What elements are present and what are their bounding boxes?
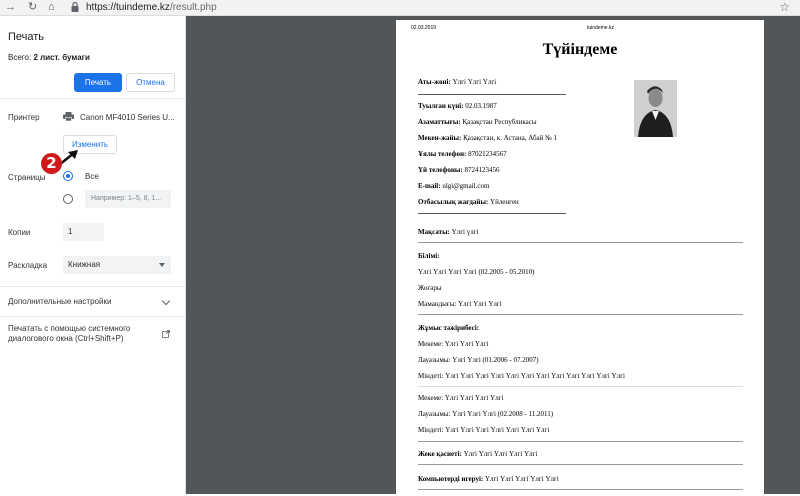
computer-row: Компьютерді игеруі: Үлгі Үлгі Үлгі Үлгі …	[418, 475, 559, 483]
cancel-button[interactable]: Отмена	[126, 73, 175, 92]
layout-value: Книжная	[68, 260, 101, 269]
citizenship-label: Азаматтығы:	[418, 118, 461, 126]
home-phone-row: Үй телефоны: 8724123456	[418, 166, 499, 174]
print-button[interactable]: Печать	[74, 73, 122, 92]
pages-all-radio[interactable]	[63, 171, 73, 181]
address-value: Қазақстан, к. Астана, Абай № 1	[463, 134, 558, 142]
divider	[418, 464, 743, 465]
pages-custom-radio[interactable]	[63, 194, 73, 204]
system-dialog-link[interactable]: Печатать с помощью системного диалоговог…	[8, 324, 156, 344]
experience-duty: Міндеті: Үлгі Үлгі Үлгі Үлгі Үлгі Үлгі Ү…	[418, 372, 625, 380]
experience-duty: Міндеті: Үлгі Үлгі Үлгі Үлгі Үлгі Үлгі Ү…	[418, 426, 550, 434]
personal-value: Үлгі Үлгі Үлгі Үлгі Үлгі	[463, 450, 538, 458]
home-phone-value: 8724123456	[464, 166, 500, 174]
divider	[418, 94, 566, 95]
education-level: Жоғары	[418, 284, 442, 292]
profile-photo	[634, 80, 677, 137]
birth-value: 02.03.1987	[465, 102, 497, 110]
education-line: Үлгі Үлгі Үлгі Үлгі (02.2005 - 05.2010)	[418, 268, 535, 276]
experience-org: Мекеме: Үлгі Үлгі Үлгі	[418, 340, 489, 348]
chevron-down-icon[interactable]	[161, 296, 171, 306]
printer-icon	[63, 112, 74, 121]
pages-all-label: Все	[85, 172, 99, 181]
name-value: Үлгі Үлгі Үлгі	[452, 78, 497, 86]
education-heading: Білімі:	[418, 252, 440, 260]
mobile-value: 87021234567	[468, 150, 507, 158]
print-preview-area: 02.03.2019 tuindeme.kz Түйіндеме Аты-жөн…	[186, 16, 800, 496]
divider	[418, 242, 743, 243]
copies-label: Копии	[8, 228, 31, 237]
printer-name[interactable]: Canon MF4010 Series U...	[80, 113, 175, 122]
family-value: Үйленген	[490, 198, 519, 206]
total-sheets: Всего: 2 лист. бумаги	[8, 53, 90, 62]
url-host: https://tuindeme.kz	[86, 2, 170, 13]
back-arrow-icon[interactable]: →	[5, 0, 16, 15]
bookmark-star-icon[interactable]: ☆	[779, 0, 790, 15]
divider	[0, 286, 185, 287]
resume-title: Түйіндеме	[542, 41, 618, 58]
divider	[418, 489, 743, 490]
divider	[0, 316, 185, 317]
education-label: Білімі:	[418, 252, 440, 260]
birth-label: Туылған күні:	[418, 102, 464, 110]
family-label: Отбасылық жағдайы:	[418, 198, 489, 206]
education-specialty: Мамандығы: Үлгі Үлгі Үлгі	[418, 300, 502, 308]
email-value: ulgi@gmail.com	[442, 182, 490, 190]
citizenship-row: Азаматтығы: Қазақстан Республикасы	[418, 118, 537, 126]
computer-value: Үлгі Үлгі Үлгі Үлгі Үлгі	[485, 475, 559, 483]
divider	[418, 314, 743, 315]
goal-label: Мақсаты:	[418, 228, 450, 236]
more-settings-toggle[interactable]: Дополнительные настройки	[8, 297, 111, 306]
goal-value: Үлгі үлгі	[451, 228, 479, 236]
browser-toolbar: → ↻ ⌂ https://tuindeme.kz/result.php ☆	[0, 0, 800, 16]
family-row: Отбасылық жағдайы: Үйленген	[418, 198, 519, 206]
preview-page: 02.03.2019 tuindeme.kz Түйіндеме Аты-жөн…	[396, 20, 764, 496]
address-bar[interactable]: https://tuindeme.kz/result.php	[86, 0, 217, 15]
experience-position: Лауазымы: Үлгі Үлгі (01.2006 - 07.2007)	[418, 356, 539, 364]
email-row: E-mail: ulgi@gmail.com	[418, 182, 489, 190]
experience-position: Лауазымы: Үлгі Үлгі Үлгі (02.2008 - 11.2…	[418, 410, 554, 418]
layout-label: Раскладка	[8, 261, 48, 270]
citizenship-value: Қазақстан Республикасы	[462, 118, 537, 126]
person-photo-icon	[634, 80, 677, 137]
computer-label: Компьютерді игеруі:	[418, 475, 484, 483]
url-path: /result.php	[169, 2, 217, 13]
name-label: Аты-жөні:	[418, 78, 451, 86]
address-row: Мекен-жайы: Қазақстан, к. Астана, Абай №…	[418, 134, 557, 142]
total-label: Всего:	[8, 53, 32, 62]
pages-label: Страницы	[8, 173, 46, 182]
home-icon[interactable]: ⌂	[48, 0, 55, 15]
name-row: Аты-жөні: Үлгі Үлгі Үлгі	[418, 78, 496, 86]
mobile-label: Ұялы телефон:	[418, 150, 467, 158]
pages-range-input[interactable]: Например: 1–5, 8, 1...	[85, 190, 171, 208]
lock-icon	[71, 1, 79, 12]
divider	[418, 441, 743, 442]
layout-select[interactable]: Книжная	[63, 256, 171, 274]
print-settings-panel: Печать Всего: 2 лист. бумаги Печать Отме…	[0, 16, 186, 494]
personal-label: Жеке қасиеті:	[418, 450, 462, 458]
header-site: tuindeme.kz	[587, 25, 614, 31]
printer-label: Принтер	[8, 113, 40, 122]
copies-input[interactable]: 1	[63, 223, 104, 241]
experience-org: Мекеме: Үлгі Үлгі Үлгі Үлгі	[418, 394, 504, 402]
experience-heading: Жұмыс тәжірибесі:	[418, 324, 479, 332]
goal-row: Мақсаты: Үлгі үлгі	[418, 228, 479, 236]
header-date: 02.03.2019	[411, 25, 437, 31]
email-label: E-mail:	[418, 182, 441, 190]
external-link-icon[interactable]	[162, 330, 170, 338]
mobile-row: Ұялы телефон: 87021234567	[418, 150, 507, 158]
step-badge: 2	[41, 153, 62, 174]
total-value: 2 лист. бумаги	[33, 53, 90, 62]
divider	[418, 213, 566, 214]
experience-label: Жұмыс тәжірибесі:	[418, 324, 479, 332]
home-phone-label: Үй телефоны:	[418, 166, 463, 174]
divider	[418, 386, 743, 387]
reload-icon[interactable]: ↻	[28, 0, 37, 15]
print-title: Печать	[8, 31, 45, 43]
caret-down-icon	[159, 263, 165, 267]
birth-row: Туылған күні: 02.03.1987	[418, 102, 497, 110]
divider	[0, 98, 185, 99]
personal-row: Жеке қасиеті: Үлгі Үлгі Үлгі Үлгі Үлгі	[418, 450, 537, 458]
address-label: Мекен-жайы:	[418, 134, 462, 142]
